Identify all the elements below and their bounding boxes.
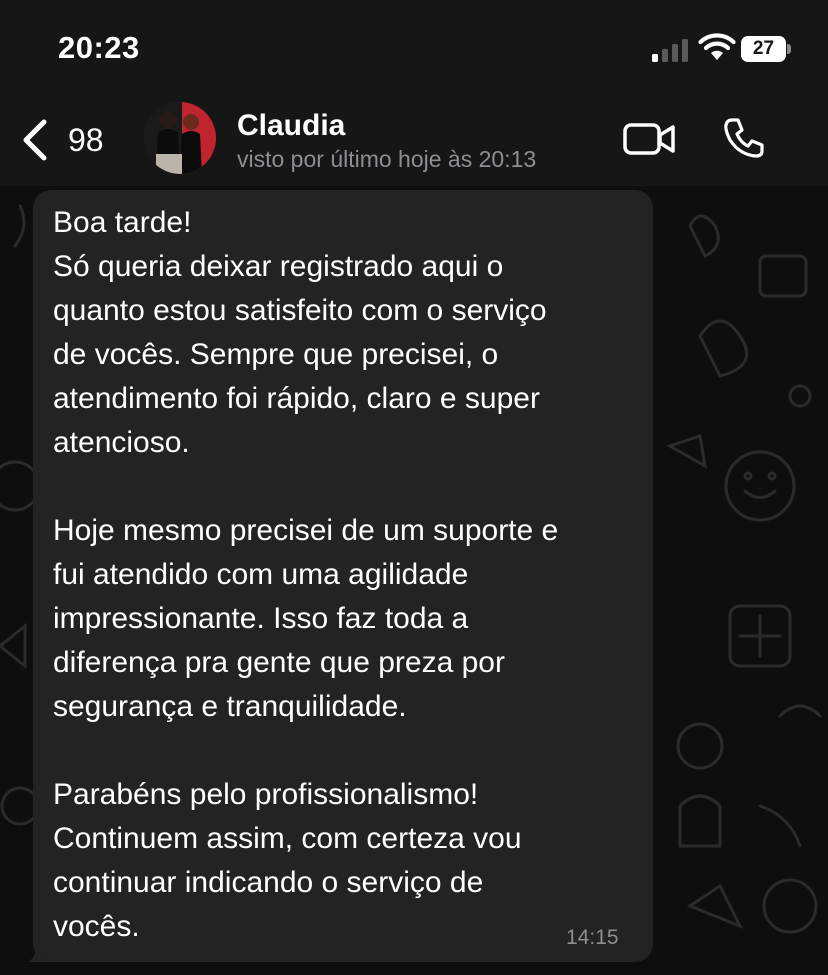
chevron-left-icon: [23, 119, 47, 161]
avatar[interactable]: [144, 102, 216, 174]
unread-count: 98: [68, 121, 104, 158]
message-line: fui atendido com uma agilidade: [53, 558, 469, 591]
battery-level: 27: [741, 36, 786, 62]
message-timestamp: 14:15: [566, 926, 619, 949]
message-line: Hoje mesmo precisei de um suporte e: [53, 514, 559, 547]
top-bar: 20:23 27 98 Claudia visto por último hoj…: [0, 0, 828, 186]
message-line: continuar indicando o serviço de: [53, 866, 484, 899]
chat-screen: 20:23 27 98 Claudia visto por último hoj…: [0, 0, 828, 975]
status-time: 20:23: [58, 30, 140, 65]
message-text: Boa tarde! Só queria deixar registrado a…: [53, 201, 645, 949]
battery-icon: 27: [741, 36, 791, 62]
message-line: diferença pra gente que preza por: [53, 646, 505, 679]
message-line: segurança e tranquilidade.: [53, 690, 407, 723]
contact-name[interactable]: Claudia: [237, 109, 345, 143]
message-line: de vocês. Sempre que precisei, o: [53, 338, 499, 371]
battery-tip: [787, 44, 791, 54]
message-line: Continuem assim, com certeza vou: [53, 822, 522, 855]
video-call-icon[interactable]: [622, 120, 676, 158]
avatar-photo: [144, 102, 216, 174]
message-line: atendimento foi rápido, claro e super: [53, 382, 540, 415]
message-line: Só queria deixar registrado aqui o: [53, 250, 504, 283]
message-line: Boa tarde!: [53, 206, 192, 239]
message-line: atencioso.: [53, 426, 190, 459]
phone-icon[interactable]: [722, 116, 766, 160]
message-line: Parabéns pelo profissionalismo!: [53, 778, 479, 811]
cellular-signal-icon: [652, 39, 688, 62]
back-button[interactable]: 98: [20, 114, 115, 166]
message-line: quanto estou satisfeito com o serviço: [53, 294, 547, 327]
last-seen-status: visto por último hoje às 20:13: [237, 146, 537, 172]
message-line: impressionante. Isso faz toda a: [53, 602, 469, 635]
message-line: vocês.: [53, 910, 140, 943]
wifi-icon: [698, 33, 736, 60]
